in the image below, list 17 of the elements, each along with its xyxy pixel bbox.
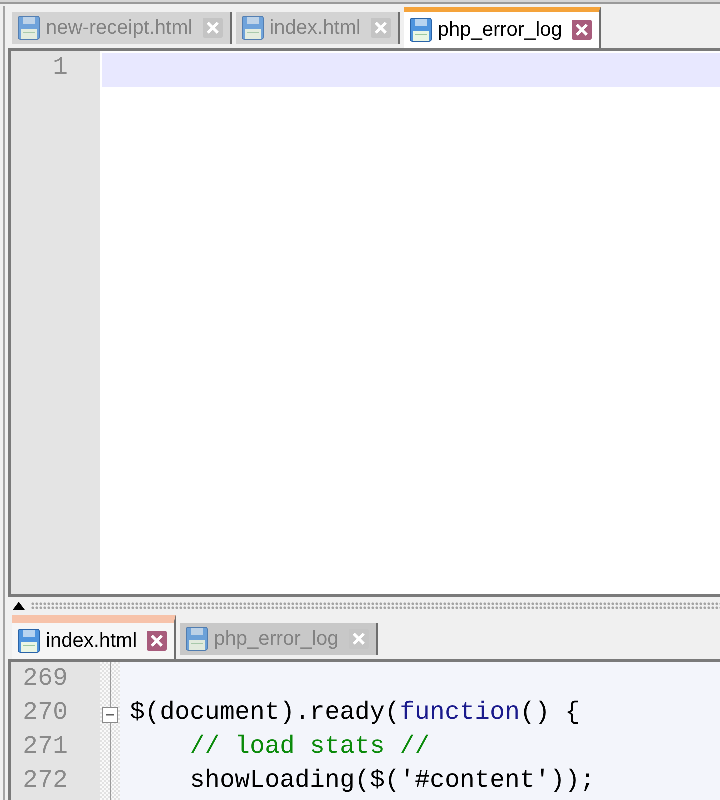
editor-area[interactable]: [100, 51, 720, 594]
up-triangle-icon[interactable]: [13, 602, 25, 610]
close-icon[interactable]: [147, 631, 168, 651]
code-line: // load stats //: [189, 732, 432, 763]
editor-area[interactable]: $(document).ready(function() { // load stats // showLoading($('#content'));: [120, 662, 720, 800]
file-tab[interactable]: php_error_log: [404, 7, 602, 48]
line-number: 269: [22, 664, 69, 695]
close-icon[interactable]: [572, 20, 592, 40]
line-number: 270: [22, 698, 69, 729]
code-line: $(document).ready(function() {: [129, 698, 582, 729]
file-tab[interactable]: index.html: [12, 615, 176, 659]
line-number: 271: [22, 732, 69, 763]
minus-box-icon[interactable]: [102, 707, 118, 723]
line-number: 1: [52, 53, 69, 84]
splitter-grip[interactable]: [31, 602, 720, 610]
line-number: 272: [22, 766, 69, 797]
code-line: showLoading($('#content'));: [189, 766, 596, 797]
